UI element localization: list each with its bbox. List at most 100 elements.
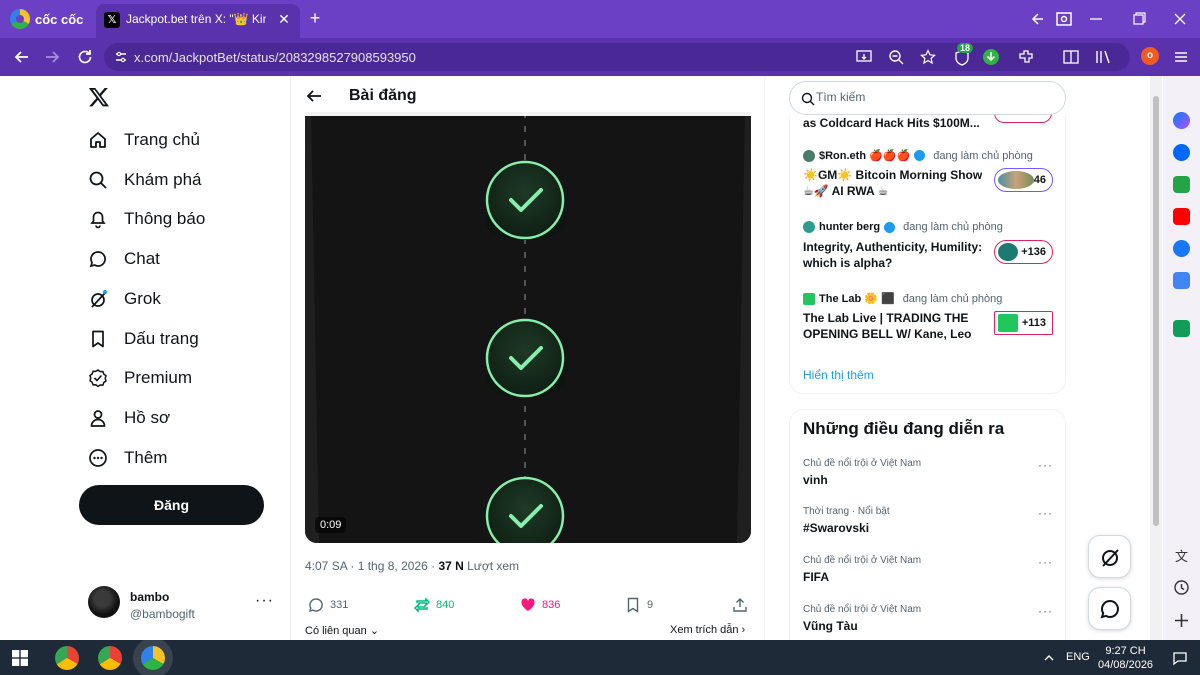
- extensions-icon[interactable]: [1017, 48, 1035, 66]
- split-view-icon[interactable]: [1062, 48, 1080, 66]
- grok-float-button[interactable]: [1088, 535, 1131, 578]
- coccoc-taskbar-icon[interactable]: [133, 638, 173, 675]
- nav-label: Grok: [124, 289, 161, 308]
- browser-toolbar: x.com/JackpotBet/status/2083298527908593…: [0, 38, 1200, 76]
- nav-notifications[interactable]: Thông báo: [88, 206, 205, 232]
- translate-icon[interactable]: [1173, 272, 1190, 289]
- trend-more-icon[interactable]: ···: [1038, 604, 1053, 618]
- heart-icon: [521, 598, 535, 611]
- show-more-link[interactable]: Hiển thị thêm: [803, 368, 874, 382]
- zoom-icon[interactable]: [888, 49, 904, 65]
- account-switcher[interactable]: bambo @bambogift ···: [88, 586, 278, 626]
- x-logo-icon[interactable]: [88, 86, 110, 108]
- menu-icon[interactable]: [1172, 48, 1190, 66]
- bell-icon: [90, 211, 106, 229]
- history-icon[interactable]: [1173, 579, 1190, 596]
- browser-brand[interactable]: cốc cốc: [10, 9, 83, 29]
- trend-item[interactable]: Chủ đề nổi trội ở Việt Nam FIFA ···: [803, 555, 1053, 584]
- nav-explore[interactable]: Khám phá: [88, 167, 202, 193]
- chrome-taskbar-icon[interactable]: [55, 646, 79, 670]
- share-button[interactable]: [732, 597, 748, 613]
- listener-count: +113: [1021, 317, 1046, 329]
- adblock-extension[interactable]: 18: [952, 43, 974, 68]
- tab-close-icon[interactable]: ✕: [276, 11, 292, 27]
- space-title: The Lab Live | TRADING THE OPENING BELL …: [803, 311, 972, 341]
- coccoc-logo-icon: [10, 9, 30, 29]
- new-tab-button[interactable]: +: [306, 8, 324, 28]
- chevron-up-icon[interactable]: [1043, 652, 1055, 664]
- notification-icon[interactable]: [1172, 650, 1188, 666]
- address-bar[interactable]: x.com/JackpotBet/status/2083298527908593…: [104, 43, 1130, 71]
- zalo-icon[interactable]: [1173, 144, 1190, 161]
- video-player[interactable]: 0:09: [305, 112, 751, 543]
- browser-tab-active[interactable]: 𝕏 Jackpot.bet trên X: "👑 Kings ✕: [96, 4, 300, 38]
- trend-item[interactable]: Thời trang · Nổi bật #Swarovski ···: [803, 506, 1053, 535]
- youtube-icon[interactable]: [1173, 208, 1190, 225]
- repost-button[interactable]: 840: [414, 597, 454, 613]
- reload-icon[interactable]: [75, 47, 95, 67]
- bookmark-star-icon[interactable]: [920, 49, 936, 65]
- back-arrow-icon[interactable]: [305, 87, 323, 105]
- messages-float-button[interactable]: [1088, 587, 1131, 630]
- input-language[interactable]: ENG: [1066, 651, 1090, 663]
- nav-bookmarks[interactable]: Dấu trang: [88, 326, 199, 352]
- post-button[interactable]: Đăng: [79, 485, 264, 525]
- trend-more-icon[interactable]: ···: [1038, 555, 1053, 569]
- download-icon[interactable]: [982, 48, 1000, 66]
- nav-more[interactable]: Thêm: [88, 445, 167, 471]
- views-count: 37 N: [438, 559, 464, 573]
- scroll-thumb[interactable]: [1153, 96, 1159, 526]
- search-input[interactable]: [816, 90, 1056, 104]
- language-icon[interactable]: 文: [1173, 548, 1190, 565]
- reply-button[interactable]: 331: [308, 597, 348, 613]
- clock[interactable]: 9:27 CH 04/08/2026: [1098, 644, 1153, 672]
- post-timestamp[interactable]: 4:07 SA · 1 thg 8, 2026 ·: [305, 559, 438, 573]
- check-circle-icon: [485, 318, 565, 398]
- page-scrollbar[interactable]: [1150, 76, 1162, 640]
- site-info-icon[interactable]: [114, 50, 128, 64]
- trend-item[interactable]: Chủ đề nổi trội ở Việt Nam Vũng Tàu ···: [803, 604, 1053, 633]
- related-toggle[interactable]: Có liên quan ⌄: [305, 624, 379, 637]
- like-button[interactable]: 836: [520, 597, 560, 613]
- nav-profile[interactable]: Hồ sơ: [88, 405, 170, 431]
- trend-item[interactable]: Chủ đề nổi trội ở Việt Nam vinh ···: [803, 458, 1053, 487]
- profile-icon: [90, 410, 106, 427]
- space-title: ☀️GM☀️ Bitcoin Morning Show ☕🚀 AI RWA ☕: [803, 168, 983, 198]
- nav-grok[interactable]: Grok: [88, 286, 161, 312]
- trend-more-icon[interactable]: ···: [1038, 458, 1053, 472]
- facebook-icon[interactable]: [1173, 240, 1190, 257]
- forward-icon[interactable]: [42, 47, 62, 67]
- library-icon[interactable]: [1094, 48, 1112, 66]
- back-icon[interactable]: [12, 47, 32, 67]
- check-circle-icon: [485, 476, 565, 543]
- game-icon[interactable]: [1173, 176, 1190, 193]
- bookmark-button[interactable]: 9: [625, 597, 653, 613]
- nav-premium[interactable]: Premium: [88, 365, 192, 391]
- browser-brand-label: cốc cốc: [35, 11, 84, 27]
- close-window-icon[interactable]: [1170, 10, 1190, 28]
- minimize-icon[interactable]: [1086, 10, 1106, 28]
- video-frame: [305, 112, 751, 543]
- tab-search-icon[interactable]: [1030, 10, 1050, 28]
- url-text: x.com/JackpotBet/status/2083298527908593…: [134, 50, 416, 65]
- chrome-profile-taskbar-icon[interactable]: [98, 646, 122, 670]
- trend-more-icon[interactable]: ···: [1038, 506, 1053, 520]
- search-box[interactable]: [789, 81, 1066, 115]
- install-app-icon[interactable]: [856, 49, 872, 65]
- nav-label: Khám phá: [124, 170, 202, 189]
- browser-sidebar: 文: [1163, 76, 1200, 640]
- nav-chat[interactable]: Chat: [88, 246, 160, 272]
- nav-home[interactable]: Trang chủ: [88, 127, 200, 153]
- screenshot-icon[interactable]: [1054, 10, 1074, 28]
- add-app-icon[interactable]: [1173, 612, 1190, 629]
- windows-start-icon[interactable]: [12, 650, 28, 666]
- messenger-icon[interactable]: [1173, 112, 1190, 129]
- restore-icon[interactable]: [1129, 10, 1149, 28]
- space-partial-title[interactable]: as Coldcard Hack Hits $100M...: [803, 116, 980, 130]
- account-more-icon[interactable]: ···: [255, 592, 274, 610]
- view-quotes-link[interactable]: Xem trích dẫn ›: [670, 624, 745, 636]
- sheets-icon[interactable]: [1173, 320, 1190, 337]
- premium-icon: [89, 369, 107, 388]
- profile-avatar[interactable]: o: [1141, 47, 1159, 65]
- space-host-status: đang làm chủ phòng: [902, 292, 1003, 305]
